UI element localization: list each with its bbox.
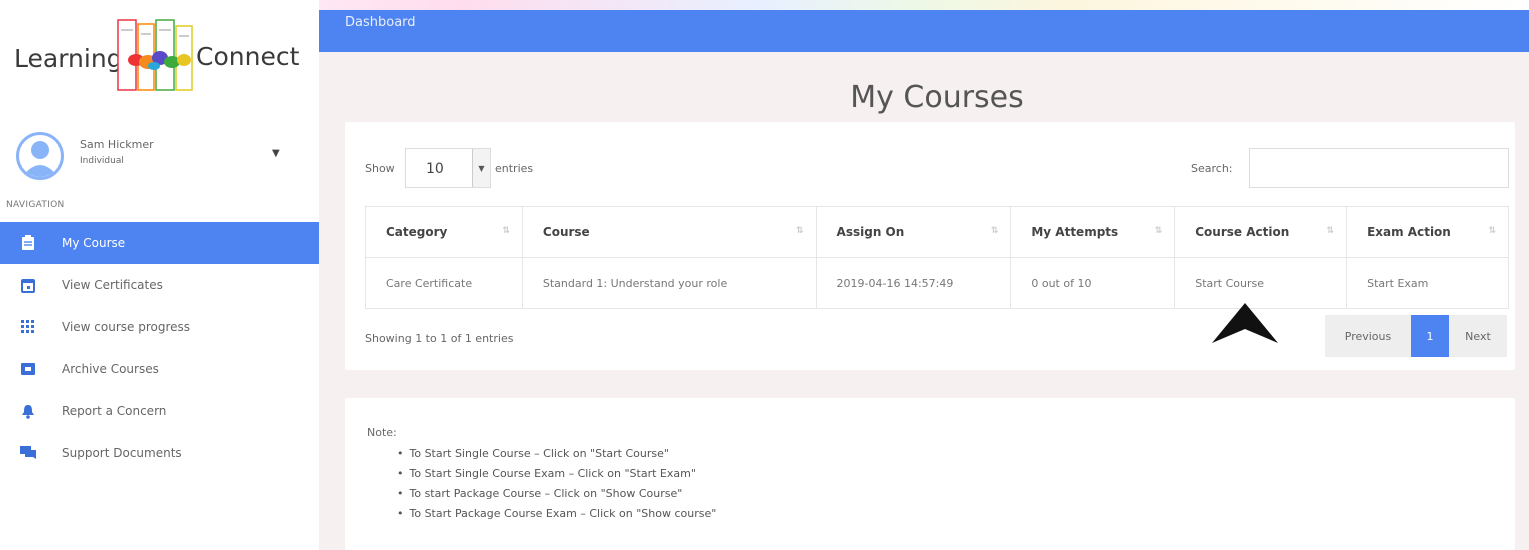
sidebar-item-view-course-progress[interactable]: View course progress: [0, 306, 319, 348]
column-header-label: Category: [386, 225, 448, 239]
sidebar-item-report-a-concern[interactable]: Report a Concern: [0, 390, 319, 432]
column-header-label: Course: [542, 225, 590, 239]
brand-name-right: Connect: [196, 42, 300, 71]
sort-icon: ⇅: [796, 226, 804, 236]
user-name: Sam Hickmer: [80, 138, 154, 151]
note-title: Note:: [367, 426, 397, 439]
list-item: To Start Single Course Exam – Click on "…: [397, 464, 716, 484]
breadcrumb-dashboard[interactable]: Dashboard: [345, 15, 416, 30]
sidebar-item-label: View course progress: [62, 320, 191, 334]
page-1-button[interactable]: 1: [1411, 315, 1449, 357]
column-header-assign-on[interactable]: Assign On ⇅: [815, 206, 1012, 258]
chevron-down-icon[interactable]: ▼: [272, 148, 280, 159]
sort-icon: ⇅: [1488, 226, 1496, 236]
note-card: Note: To Start Single Course – Click on …: [345, 398, 1515, 550]
sidebar-nav: My Course View Certificates View course …: [0, 222, 319, 474]
pagination: Previous 1 Next: [1325, 315, 1507, 357]
brand-logo[interactable]: Learning Connect: [8, 18, 300, 98]
page-size-select[interactable]: 10 ▼: [405, 148, 491, 188]
sort-icon: ⇅: [1154, 226, 1163, 236]
sidebar-item-label: Archive Courses: [62, 362, 159, 376]
chevron-down-icon[interactable]: ▼: [472, 149, 490, 187]
column-header-exam-action[interactable]: Exam Action ⇅: [1346, 206, 1509, 258]
sidebar-item-my-course[interactable]: My Course: [0, 222, 319, 264]
note-list: To Start Single Course – Click on "Start…: [397, 444, 717, 524]
list-item: To Start Package Course Exam – Click on …: [397, 504, 717, 524]
books-logo-icon: [117, 19, 193, 91]
cell-my-attempts: 0 out of 10: [1010, 257, 1176, 309]
sidebar-item-label: Support Documents: [62, 446, 182, 460]
main-content: My Courses Show 10 ▼ entries Search: Cat…: [319, 52, 1529, 550]
table-row: Care Certificate Standard 1: Understand …: [365, 257, 1509, 309]
user-profile[interactable]: Sam Hickmer Individual ▼: [12, 130, 302, 182]
grid-icon: [20, 319, 36, 335]
sidebar-item-label: My Course: [62, 236, 126, 250]
table-header-row: Category ⇅ Course ⇅ Assign On ⇅ My Attempts…: [365, 206, 1509, 258]
column-header-label: Exam Action: [1367, 225, 1451, 239]
sidebar-item-label: Report a Concern: [62, 404, 167, 418]
page-size-value: 10: [426, 161, 444, 177]
cell-assign-on: 2019-04-16 14:57:49: [815, 257, 1012, 309]
top-header-bar: Dashboard: [319, 10, 1529, 52]
avatar: [16, 132, 64, 180]
sidebar-item-view-certificates[interactable]: View Certificates: [0, 264, 319, 306]
user-avatar-icon: [22, 141, 58, 177]
previous-page-button[interactable]: Previous: [1325, 315, 1411, 357]
archive-icon: [20, 361, 36, 377]
start-course-link[interactable]: Start Course: [1174, 257, 1348, 309]
chat-icon: [20, 445, 36, 461]
search-input[interactable]: [1249, 148, 1509, 188]
column-header-my-attempts[interactable]: My Attempts ⇅: [1010, 206, 1176, 258]
courses-card: Show 10 ▼ entries Search: Category ⇅ Cour…: [345, 122, 1515, 370]
cell-category: Care Certificate: [365, 257, 523, 309]
search-label: Search:: [1191, 162, 1233, 175]
calendar-icon: [20, 277, 36, 293]
sidebar-item-label: View Certificates: [62, 278, 163, 292]
column-header-category[interactable]: Category ⇅: [365, 206, 523, 258]
nav-heading: NAVIGATION: [6, 200, 65, 210]
column-header-label: Assign On: [836, 225, 905, 239]
brand-name-left: Learning: [14, 44, 123, 73]
column-header-course-action[interactable]: Course Action ⇅: [1174, 206, 1348, 258]
pointer-arrow-icon: [1212, 303, 1278, 343]
start-exam-link[interactable]: Start Exam: [1346, 257, 1509, 309]
show-label: Show: [365, 162, 395, 175]
showing-entries-info: Showing 1 to 1 of 1 entries: [365, 332, 514, 345]
page-title: My Courses: [850, 80, 1024, 115]
sort-icon: ⇅: [1326, 226, 1335, 236]
bell-icon: [20, 403, 36, 419]
courses-table: Category ⇅ Course ⇅ Assign On ⇅ My Attempts…: [365, 206, 1509, 309]
sidebar-item-support-documents[interactable]: Support Documents: [0, 432, 319, 474]
next-page-button[interactable]: Next: [1449, 315, 1507, 357]
clipboard-icon: [20, 235, 36, 251]
list-item: To Start Single Course – Click on "Start…: [397, 444, 716, 464]
sort-icon: ⇅: [990, 226, 999, 236]
sidebar-item-archive-courses[interactable]: Archive Courses: [0, 348, 319, 390]
column-header-course[interactable]: Course ⇅: [521, 206, 817, 258]
user-role: Individual: [80, 156, 124, 166]
column-header-label: My Attempts: [1031, 225, 1119, 239]
sort-icon: ⇅: [502, 226, 510, 236]
sidebar: Learning Connect Sam Hickmer Individual …: [0, 0, 319, 550]
list-item: To start Package Course – Click on "Show…: [397, 484, 716, 504]
cell-course: Standard 1: Understand your role: [521, 257, 817, 309]
entries-label: entries: [495, 162, 534, 175]
column-header-label: Course Action: [1195, 225, 1290, 239]
